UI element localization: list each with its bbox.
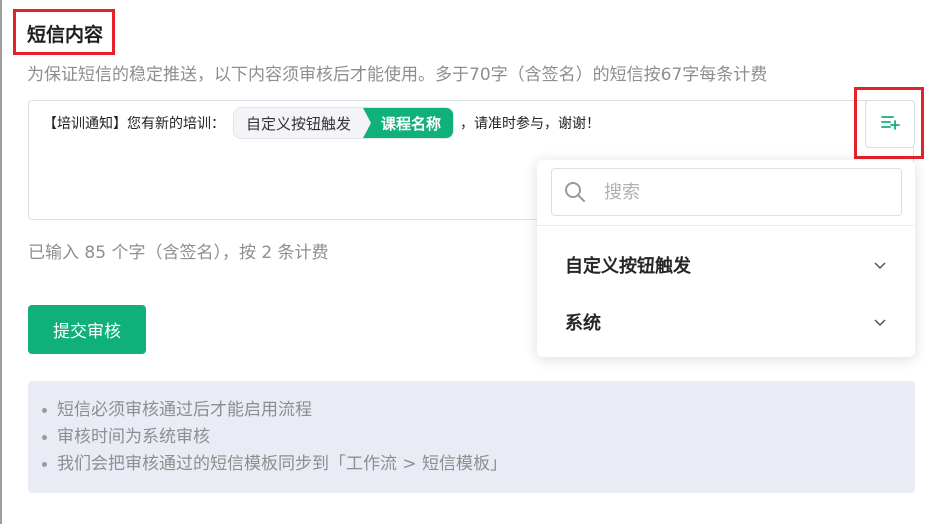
bullet-icon [42,462,47,467]
notes-panel: 短信必须审核通过后才能启用流程 审核时间为系统审核 我们会把审核通过的短信模板同… [28,381,915,493]
note-text: 我们会把审核通过的短信模板同步到「工作流 > 短信模板」 [57,454,508,474]
variable-tag-field: 课程名称 [363,108,454,138]
chevron-down-icon [873,258,887,272]
dropdown-search-input[interactable] [602,180,886,204]
bullet-icon [42,435,47,440]
insert-button-highlight-box [854,87,924,159]
variable-dropdown: 自定义按钮触发 系统 [537,160,915,357]
window-edge [0,0,2,524]
group-label: 系统 [565,313,601,334]
variable-tag[interactable]: 自定义按钮触发 课程名称 [233,107,455,139]
editor-prefix-text: 【培训通知】您有新的培训： [43,116,225,132]
char-count-text: 已输入 85 个字（含签名），按 2 条计费 [28,243,329,263]
submit-review-button[interactable]: 提交审核 [28,305,146,354]
group-label: 自定义按钮触发 [565,256,691,277]
note-item: 我们会把审核通过的短信模板同步到「工作流 > 短信模板」 [42,451,915,478]
chevron-down-icon [873,315,887,329]
note-text: 审核时间为系统审核 [57,427,210,447]
editor-suffix-text: ，请准时参与，谢谢！ [460,116,601,132]
search-icon [564,181,586,203]
editor-line: 【培训通知】您有新的培训： 自定义按钮触发 课程名称 ，请准时参与，谢谢！ [43,107,600,139]
note-text: 短信必须审核通过后才能启用流程 [57,400,312,420]
section-title: 短信内容 [27,24,104,46]
note-item: 短信必须审核通过后才能启用流程 [42,397,915,424]
note-item: 审核时间为系统审核 [42,424,915,451]
dropdown-group-custom-trigger[interactable]: 自定义按钮触发 [565,245,887,285]
variable-tag-source: 自定义按钮触发 [234,108,364,138]
section-hint: 为保证短信的稳定推送，以下内容须审核后才能使用。多于70字（含签名）的短信按67… [27,65,768,85]
dropdown-divider [537,225,915,226]
dropdown-search-box[interactable] [551,168,902,216]
bullet-icon [42,408,47,413]
dropdown-group-system[interactable]: 系统 [565,302,887,342]
